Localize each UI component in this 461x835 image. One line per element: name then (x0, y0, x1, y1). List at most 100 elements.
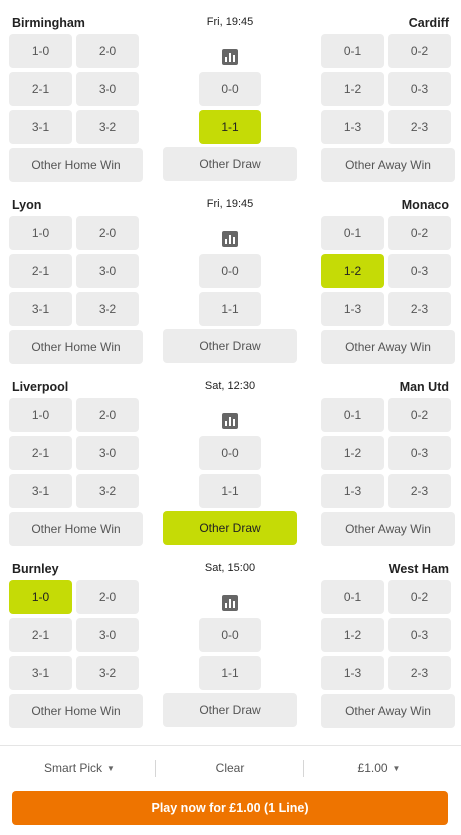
home-score-button[interactable]: 3-0 (76, 72, 139, 106)
home-score-button[interactable]: 1-0 (9, 34, 72, 68)
draw-score-button[interactable]: 0-0 (199, 254, 261, 288)
home-score-button[interactable]: 2-1 (9, 72, 72, 106)
away-score-button[interactable]: 0-1 (321, 216, 384, 250)
other-away-win-button[interactable]: Other Away Win (321, 694, 455, 728)
clear-label: Clear (215, 761, 245, 775)
other-home-win-button[interactable]: Other Home Win (9, 148, 143, 182)
draw-score-button[interactable]: 0-0 (199, 436, 261, 470)
kickoff-time: Fri, 19:45 (206, 198, 254, 210)
other-home-win-button[interactable]: Other Home Win (9, 694, 143, 728)
home-score-button[interactable]: 2-0 (76, 398, 139, 432)
home-team-name: Liverpool (12, 380, 69, 394)
away-score-button[interactable]: 0-2 (388, 216, 451, 250)
home-score-button[interactable]: 1-0 (9, 398, 72, 432)
smart-pick-label: Smart Pick (44, 761, 103, 775)
away-score-button[interactable]: 0-1 (321, 580, 384, 614)
other-draw-button[interactable]: Other Draw (163, 511, 297, 545)
home-score-button[interactable]: 2-1 (9, 618, 72, 652)
other-away-win-button[interactable]: Other Away Win (321, 512, 455, 546)
kickoff-time: Sat, 15:00 (204, 562, 256, 574)
away-score-button[interactable]: 0-3 (388, 254, 451, 288)
home-score-button[interactable]: 3-1 (9, 474, 72, 508)
other-draw-button[interactable]: Other Draw (163, 147, 297, 181)
draw-score-button[interactable]: 1-1 (199, 292, 261, 326)
draw-score-button[interactable]: 1-1 (199, 110, 261, 144)
draw-score-button[interactable]: 0-0 (199, 72, 261, 106)
home-score-button[interactable]: 3-1 (9, 292, 72, 326)
away-team-name: Monaco (401, 198, 449, 212)
away-score-button[interactable]: 2-3 (388, 292, 451, 326)
home-score-button[interactable]: 3-2 (76, 656, 139, 690)
home-score-button[interactable]: 3-0 (76, 618, 139, 652)
away-score-button[interactable]: 0-3 (388, 436, 451, 470)
home-score-button[interactable]: 2-0 (76, 216, 139, 250)
home-score-button[interactable]: 2-1 (9, 254, 72, 288)
footer-separator (303, 760, 304, 777)
away-score-button[interactable]: 0-2 (388, 34, 451, 68)
away-team-name: Man Utd (399, 380, 449, 394)
home-team-name: Birmingham (12, 16, 85, 30)
home-score-button[interactable]: 3-1 (9, 656, 72, 690)
away-score-button[interactable]: 1-3 (321, 656, 384, 690)
away-score-button[interactable]: 0-1 (321, 34, 384, 68)
stake-dropdown[interactable]: £1.00 ▼ (312, 756, 446, 780)
away-score-button[interactable]: 0-1 (321, 398, 384, 432)
chevron-down-icon: ▼ (392, 763, 401, 773)
clear-button[interactable]: Clear (163, 756, 297, 780)
away-score-button[interactable]: 2-3 (388, 474, 451, 508)
footer-separator (155, 760, 156, 777)
away-score-button[interactable]: 1-2 (321, 72, 384, 106)
other-home-win-button[interactable]: Other Home Win (9, 512, 143, 546)
footer-divider (0, 745, 461, 746)
away-score-button[interactable]: 0-2 (388, 580, 451, 614)
away-score-button[interactable]: 1-3 (321, 474, 384, 508)
bar-chart-icon[interactable] (222, 595, 238, 611)
match-block: Burnley West Ham Sat, 15:00 1-0 2-0 2-1 3-0 3-1… (0, 559, 461, 741)
away-score-button[interactable]: 0-3 (388, 72, 451, 106)
home-team-name: Lyon (12, 198, 42, 212)
chevron-down-icon: ▼ (107, 763, 115, 773)
match-block: Lyon Monaco Fri, 19:45 1-0 2-0 2-1 3-0 3-1 3-2 0-… (0, 195, 461, 377)
draw-score-button[interactable]: 0-0 (199, 618, 261, 652)
away-team-name: Cardiff (408, 16, 449, 30)
away-score-button[interactable]: 1-2 (321, 254, 384, 288)
match-block: Liverpool Man Utd Sat, 12:30 1-0 2-0 2-1 3-0 3-… (0, 377, 461, 559)
kickoff-time: Sat, 12:30 (204, 380, 256, 392)
bar-chart-icon[interactable] (222, 413, 238, 429)
away-score-button[interactable]: 1-3 (321, 110, 384, 144)
kickoff-time: Fri, 19:45 (206, 16, 254, 28)
home-score-button[interactable]: 3-2 (76, 292, 139, 326)
home-score-button[interactable]: 3-0 (76, 254, 139, 288)
away-team-name: West Ham (388, 562, 449, 576)
home-score-button[interactable]: 3-2 (76, 110, 139, 144)
home-score-button[interactable]: 2-1 (9, 436, 72, 470)
draw-score-button[interactable]: 1-1 (199, 474, 261, 508)
other-away-win-button[interactable]: Other Away Win (321, 330, 455, 364)
away-score-button[interactable]: 1-3 (321, 292, 384, 326)
away-score-button[interactable]: 1-2 (321, 618, 384, 652)
draw-score-button[interactable]: 1-1 (199, 656, 261, 690)
away-score-button[interactable]: 1-2 (321, 436, 384, 470)
home-score-button[interactable]: 3-1 (9, 110, 72, 144)
other-draw-button[interactable]: Other Draw (163, 329, 297, 363)
other-draw-button[interactable]: Other Draw (163, 693, 297, 727)
home-score-button[interactable]: 1-0 (9, 216, 72, 250)
play-now-button[interactable]: Play now for £1.00 (1 Line) (12, 791, 448, 825)
bar-chart-icon[interactable] (222, 231, 238, 247)
stake-label: £1.00 (357, 761, 388, 775)
home-score-button[interactable]: 3-2 (76, 474, 139, 508)
away-score-button[interactable]: 0-2 (388, 398, 451, 432)
home-team-name: Burnley (12, 562, 59, 576)
away-score-button[interactable]: 0-3 (388, 618, 451, 652)
home-score-button[interactable]: 2-0 (76, 580, 139, 614)
away-score-button[interactable]: 2-3 (388, 656, 451, 690)
smart-pick-button[interactable]: Smart Pick ▼ (12, 756, 147, 780)
other-away-win-button[interactable]: Other Away Win (321, 148, 455, 182)
home-score-button[interactable]: 2-0 (76, 34, 139, 68)
bar-chart-icon[interactable] (222, 49, 238, 65)
match-block: Birmingham Cardiff Fri, 19:45 1-0 2-0 2-1 3-0 3… (0, 13, 461, 195)
home-score-button[interactable]: 3-0 (76, 436, 139, 470)
other-home-win-button[interactable]: Other Home Win (9, 330, 143, 364)
away-score-button[interactable]: 2-3 (388, 110, 451, 144)
home-score-button[interactable]: 1-0 (9, 580, 72, 614)
